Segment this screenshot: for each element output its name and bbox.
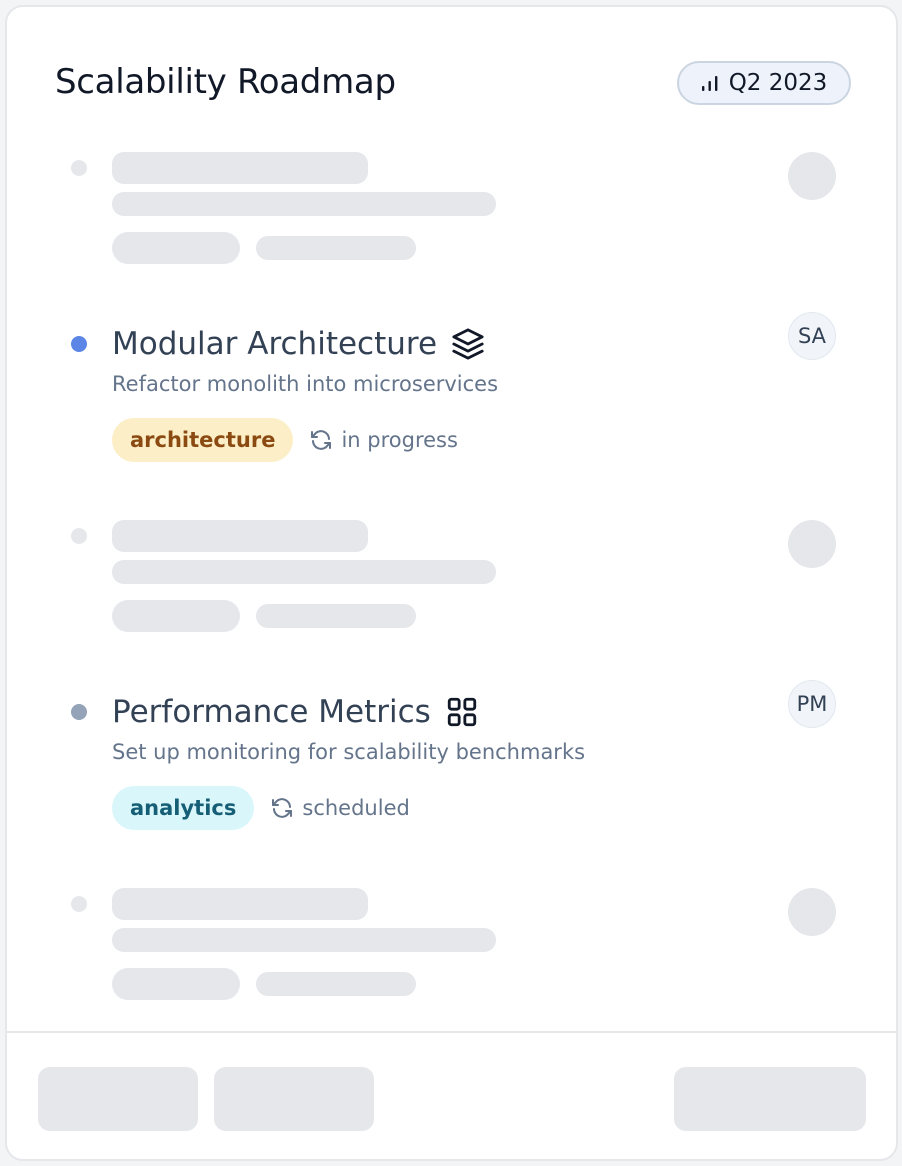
skeleton-line xyxy=(112,192,496,216)
status-label: in progress xyxy=(341,428,458,452)
skeleton-dot xyxy=(71,896,87,912)
roadmap-item-performance-metrics[interactable]: Performance Metrics Set up monitoring fo… xyxy=(7,680,900,842)
item-title-text: Performance Metrics xyxy=(112,694,431,730)
item-status: scheduled xyxy=(270,796,410,820)
category-tag[interactable]: architecture xyxy=(112,418,294,462)
skeleton-dot xyxy=(71,528,87,544)
skeleton-line xyxy=(112,560,496,584)
skeleton-status xyxy=(256,604,416,628)
skeleton-status xyxy=(256,236,416,260)
skeleton-tag xyxy=(112,232,240,264)
status-dot xyxy=(71,704,87,720)
skeleton-avatar xyxy=(788,520,836,568)
skeleton-title xyxy=(112,888,368,920)
skeleton-button xyxy=(38,1067,198,1131)
item-title-text: Modular Architecture xyxy=(112,326,438,362)
skeleton-avatar xyxy=(788,152,836,200)
assignee-avatar[interactable]: SA xyxy=(788,312,836,360)
skeleton-dot xyxy=(71,160,87,176)
skeleton-tag xyxy=(112,600,240,632)
skeleton-title xyxy=(112,152,368,184)
item-meta: architecture in progress xyxy=(112,418,458,462)
item-meta: analytics scheduled xyxy=(112,786,410,830)
status-label: scheduled xyxy=(302,796,410,820)
refresh-icon xyxy=(272,798,293,818)
refresh-icon xyxy=(311,430,332,450)
period-badge[interactable]: Q2 2023 xyxy=(677,61,851,105)
skeleton-button xyxy=(214,1067,374,1131)
item-description: Set up monitoring for scalability benchm… xyxy=(112,740,586,764)
skeleton-title xyxy=(112,520,368,552)
skeleton-tag xyxy=(112,968,240,1000)
category-tag[interactable]: analytics xyxy=(112,786,255,830)
item-description: Refactor monolith into microservices xyxy=(112,372,499,396)
status-dot xyxy=(71,336,87,352)
card-footer xyxy=(7,1031,896,1159)
skeleton-status xyxy=(256,972,416,996)
grid-icon xyxy=(447,697,476,727)
layers-icon xyxy=(452,328,484,360)
card-title: Scalability Roadmap xyxy=(55,62,396,102)
roadmap-card: Scalability Roadmap Q2 2023 Modular Arch… xyxy=(5,5,898,1161)
skeleton-button xyxy=(674,1067,866,1131)
skeleton-avatar xyxy=(788,888,836,936)
skeleton-line xyxy=(112,928,496,952)
item-status: in progress xyxy=(309,428,458,452)
period-label: Q2 2023 xyxy=(728,70,828,96)
roadmap-item-modular-architecture[interactable]: Modular Architecture Refactor monolith i… xyxy=(7,312,900,474)
item-title: Modular Architecture xyxy=(112,324,485,364)
assignee-avatar[interactable]: PM xyxy=(788,680,836,728)
item-title: Performance Metrics xyxy=(112,692,479,732)
signal-bars-icon xyxy=(701,76,718,91)
